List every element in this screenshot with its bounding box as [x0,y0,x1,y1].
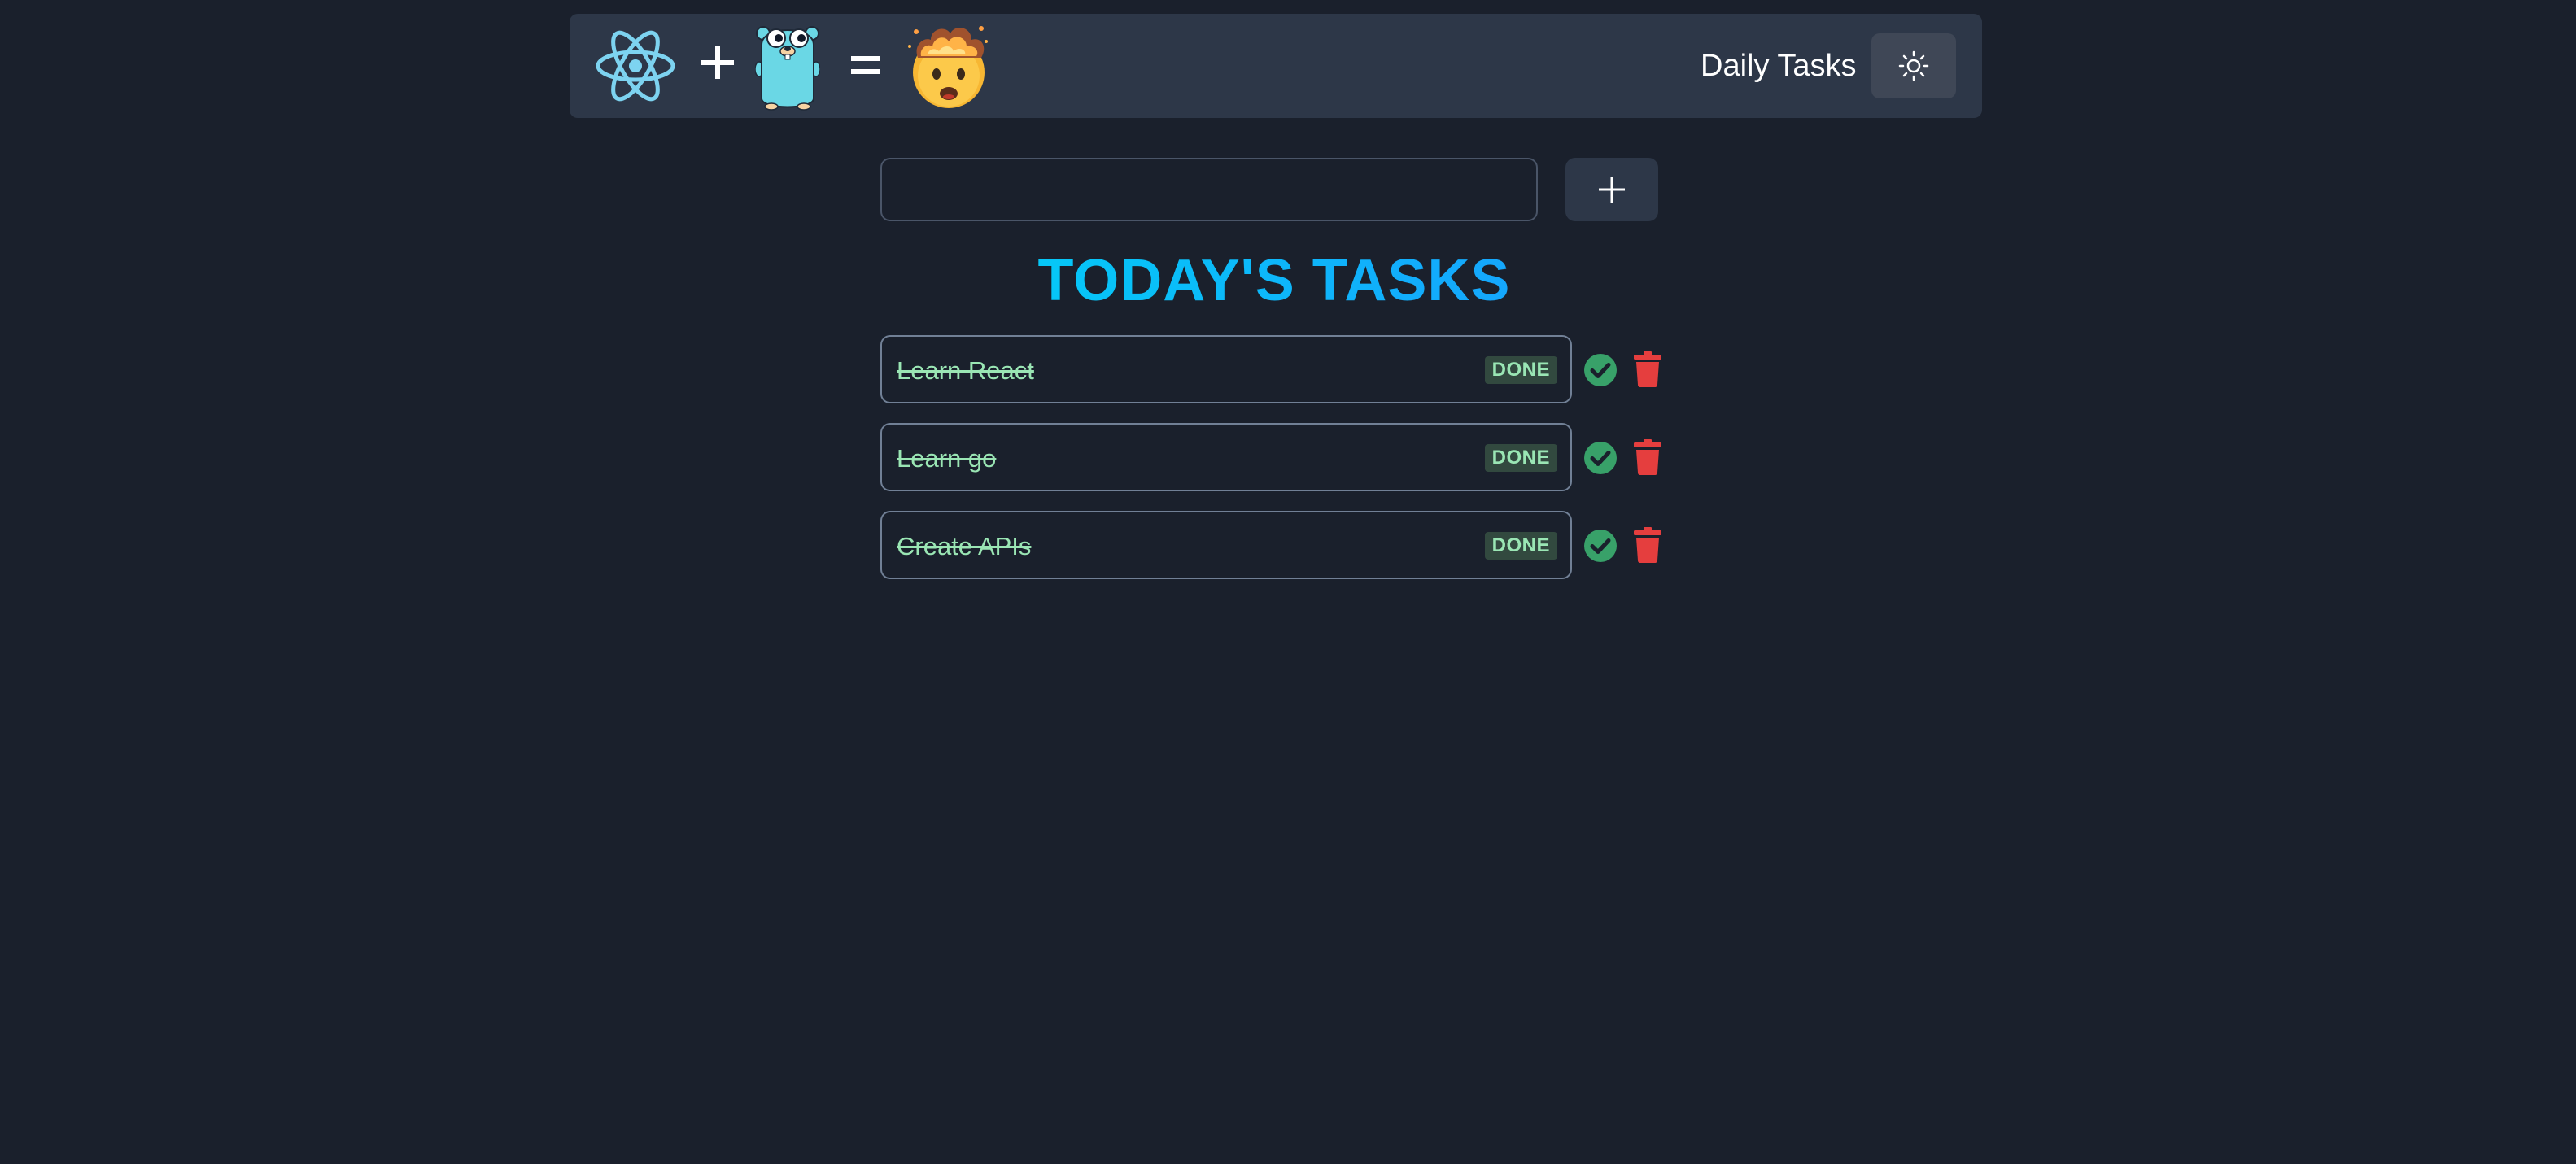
trash-icon[interactable] [1634,351,1661,387]
theme-toggle-button[interactable] [1871,33,1956,98]
page-title: TODAY'S TASKS [880,244,1668,317]
react-atom-icon [594,25,677,107]
new-task-input[interactable] [880,158,1538,221]
trash-icon[interactable] [1634,439,1661,475]
check-circle-icon[interactable] [1583,353,1618,387]
status-badge: DONE [1484,356,1557,384]
task-text: Create APIs [897,532,1032,560]
equals-icon [849,53,882,77]
mind-blown-emoji-icon [906,22,991,110]
task-card: Learn go DONE [880,423,1572,491]
task-item: Learn React DONE [880,335,1661,403]
task-item: Create APIs DONE [880,511,1661,579]
trash-icon[interactable] [1634,527,1661,563]
check-circle-icon[interactable] [1583,441,1618,475]
add-task-button[interactable] [1565,158,1658,221]
check-circle-icon[interactable] [1583,529,1618,563]
task-card: Create APIs DONE [880,511,1572,579]
plus-icon [698,43,737,82]
task-card: Learn React DONE [880,335,1572,403]
task-text: Learn React [897,356,1034,385]
task-list: Learn React DONE Learn go DONE Create AP… [880,335,1661,579]
status-badge: DONE [1484,532,1557,560]
status-badge: DONE [1484,444,1557,472]
navbar: Daily Tasks [570,14,1982,118]
go-gopher-icon [754,20,821,111]
task-item: Learn go DONE [880,423,1661,491]
task-text: Learn go [897,444,997,473]
app-title: Daily Tasks [1701,49,1857,83]
